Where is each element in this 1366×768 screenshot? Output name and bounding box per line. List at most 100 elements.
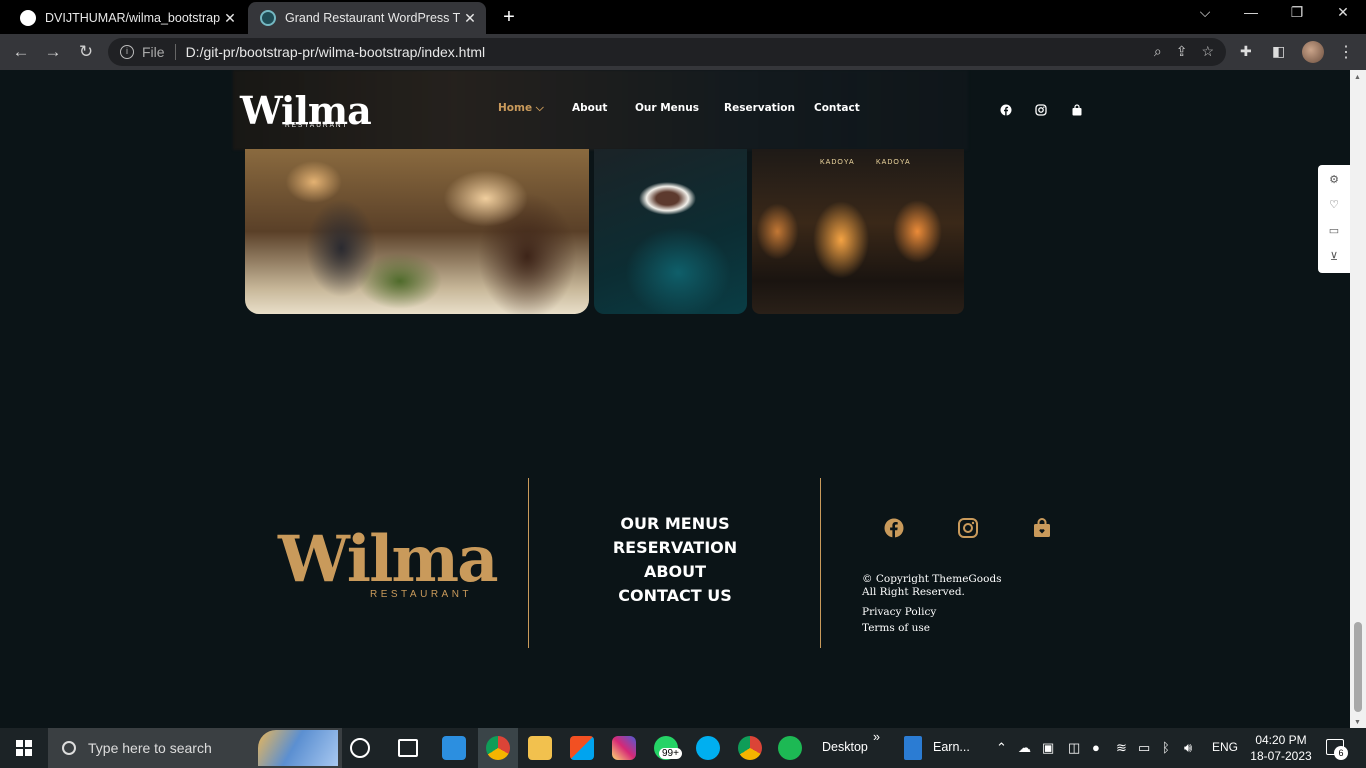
privacy-policy-link[interactable]: Privacy Policy — [862, 606, 936, 619]
clock-time: 04:20 PM — [1255, 733, 1307, 747]
menu-kebab-icon[interactable]: ⋮ — [1338, 42, 1354, 62]
taskbar-app-label[interactable]: Earn... — [933, 740, 970, 754]
ms-store-icon[interactable] — [570, 736, 594, 760]
close-tab-icon[interactable]: ✕ — [220, 10, 240, 27]
language-indicator[interactable]: ENG — [1212, 740, 1238, 754]
zoom-icon[interactable]: ⌕ — [1154, 43, 1162, 60]
share-icon[interactable]: ⇪ — [1176, 43, 1188, 60]
whatsapp-badge: 99+ — [659, 748, 682, 759]
tab-github[interactable]: DVIJTHUMAR/wilma_bootstrap ✕ — [8, 2, 246, 34]
spotify-icon[interactable] — [778, 736, 802, 760]
vscode-icon[interactable] — [442, 736, 466, 760]
footer-instagram-icon[interactable] — [957, 517, 979, 539]
new-tab-button[interactable]: + — [498, 6, 520, 29]
vpn-icon[interactable]: ● — [1092, 740, 1100, 755]
wifi-icon[interactable]: ≋ — [1116, 740, 1127, 756]
tab-search-icon[interactable]: ⌵ — [1182, 4, 1228, 21]
toolbar-overflow-icon[interactable]: » — [873, 730, 880, 744]
cart-icon[interactable]: ⊻ — [1327, 250, 1341, 264]
gallery-photo-dish[interactable] — [594, 149, 747, 314]
instagram-app-icon[interactable] — [612, 736, 636, 760]
volume-icon[interactable]: 🔊︎ — [1184, 740, 1192, 756]
clock[interactable]: 04:20 PM 18-07-2023 — [1250, 732, 1312, 764]
reload-icon[interactable]: ↻ — [75, 42, 97, 62]
forward-icon[interactable]: → — [42, 42, 64, 62]
scroll-thumb[interactable] — [1354, 622, 1362, 712]
scroll-up-icon[interactable]: ▲ — [1354, 74, 1361, 81]
nav-about[interactable]: About — [572, 102, 607, 114]
clock-date: 18-07-2023 — [1250, 749, 1312, 763]
instagram-icon[interactable] — [1035, 104, 1047, 116]
footer-shopping-bag-icon[interactable] — [1031, 517, 1053, 539]
scheme-label: File — [142, 44, 165, 60]
nav-our-menus[interactable]: Our Menus — [635, 102, 699, 114]
shopping-bag-icon[interactable] — [1071, 104, 1083, 116]
windows-start-icon[interactable] — [16, 740, 32, 756]
tab-strip: DVIJTHUMAR/wilma_bootstrap ✕ Grand Resta… — [0, 0, 1366, 34]
facebook-icon[interactable] — [1000, 104, 1012, 116]
url-text[interactable]: D:/git-pr/bootstrap-pr/wilma-bootstrap/i… — [186, 44, 486, 60]
github-icon — [20, 10, 36, 26]
tab-active[interactable]: Grand Restaurant WordPress The ✕ — [248, 2, 486, 34]
notification-count: 6 — [1334, 746, 1348, 760]
nav-home[interactable]: Home ⌵ — [498, 102, 544, 115]
onedrive-icon[interactable]: ☁ — [1018, 740, 1031, 756]
scroll-down-icon[interactable]: ▼ — [1354, 719, 1361, 726]
tab-title: Grand Restaurant WordPress The — [285, 11, 460, 25]
gallery-photo-storefront[interactable]: KADOYA KADOYA — [752, 149, 964, 314]
task-view-icon[interactable] — [398, 739, 418, 757]
restore-button[interactable]: ❐ — [1274, 4, 1320, 21]
bookmark-star-icon[interactable]: ☆ — [1201, 43, 1214, 60]
profile-avatar[interactable] — [1302, 41, 1324, 63]
footer-link-about[interactable]: ABOUT — [530, 562, 820, 581]
copyright-line-2: All Right Reserved. — [862, 586, 965, 598]
close-tab-icon[interactable]: ✕ — [460, 10, 480, 27]
site-favicon-icon — [260, 10, 276, 26]
settings-gear-icon[interactable]: ⚙ — [1327, 173, 1341, 187]
tray-overflow-icon[interactable]: ⌃ — [996, 740, 1007, 756]
document-icon[interactable] — [904, 736, 922, 760]
desktop-toolbar-label[interactable]: Desktop — [822, 740, 868, 754]
extensions-icon[interactable]: ✚ — [1240, 43, 1252, 60]
back-icon[interactable]: ← — [10, 42, 32, 62]
footer-facebook-icon[interactable] — [883, 517, 905, 539]
chrome-icon[interactable] — [486, 736, 510, 760]
info-icon[interactable]: i — [120, 45, 134, 59]
close-window-button[interactable]: ✕ — [1320, 4, 1366, 21]
footer-link-contact-us[interactable]: CONTACT US — [530, 586, 820, 605]
storefront-sign-2: KADOYA — [876, 159, 911, 166]
search-highlight-image — [258, 730, 338, 766]
search-icon — [62, 741, 76, 755]
address-bar[interactable]: i File D:/git-pr/bootstrap-pr/wilma-boot… — [108, 38, 1226, 66]
minimize-button[interactable]: — — [1228, 4, 1274, 20]
file-explorer-icon[interactable] — [528, 736, 552, 760]
copyright-line-1: © Copyright ThemeGoods — [862, 573, 1002, 585]
camera-icon[interactable]: ◫ — [1068, 740, 1080, 756]
skype-icon[interactable] — [696, 736, 720, 760]
footer-logo[interactable]: Wilma — [278, 522, 499, 597]
battery-icon[interactable]: ▭ — [1138, 740, 1150, 756]
page-scrollbar[interactable]: ▲ ▼ — [1350, 70, 1366, 728]
nav-reservation[interactable]: Reservation — [724, 102, 795, 114]
cortana-icon[interactable] — [350, 738, 370, 758]
book-icon[interactable]: ▭ — [1327, 224, 1341, 238]
footer-logo-sub: RESTAURANT — [370, 589, 473, 600]
gallery-photo-dining[interactable] — [245, 149, 589, 314]
terms-of-use-link[interactable]: Terms of use — [862, 622, 930, 635]
footer-link-reservation[interactable]: RESERVATION — [530, 538, 820, 557]
floating-toolbar: ⚙ ♡ ▭ ⊻ — [1318, 165, 1350, 273]
bluetooth-icon[interactable]: ᛒ — [1162, 740, 1170, 755]
site-logo-sub: RESTAURANT — [285, 122, 349, 129]
search-placeholder: Type here to search — [88, 740, 212, 756]
chrome-profile-icon[interactable] — [738, 736, 762, 760]
nav-contact[interactable]: Contact — [814, 102, 860, 114]
separator — [174, 44, 176, 60]
toolbar: ← → ↻ i File D:/git-pr/bootstrap-pr/wilm… — [0, 34, 1366, 70]
heart-icon[interactable]: ♡ — [1327, 198, 1341, 212]
storefront-sign: KADOYA — [820, 159, 855, 166]
footer-link-our-menus[interactable]: OUR MENUS — [530, 514, 820, 533]
footer-divider-right — [820, 478, 821, 648]
tab-title: DVIJTHUMAR/wilma_bootstrap — [45, 11, 220, 25]
meet-icon[interactable]: ▣ — [1042, 740, 1054, 756]
side-panel-icon[interactable]: ◧ — [1272, 43, 1285, 60]
